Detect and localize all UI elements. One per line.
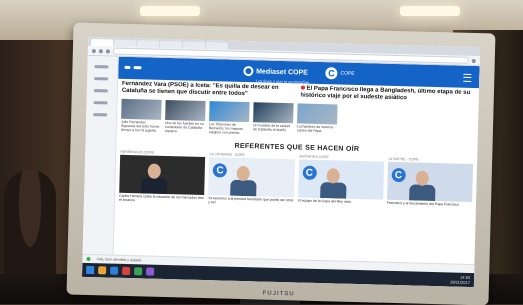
person-torso	[408, 184, 436, 202]
cope-badge-icon: C	[212, 163, 228, 178]
news-card[interactable]: Un hombre de la ciudad de Cataluña el du…	[253, 102, 294, 136]
rail-item[interactable]	[93, 89, 108, 93]
news-thumbnail	[253, 102, 294, 124]
news-card[interactable]: Luchadores de invierno contra del Papa	[297, 103, 338, 137]
person-head	[236, 165, 251, 182]
referente-caption: Ya tenemos a la primera bendición que po…	[208, 196, 294, 205]
referente-card[interactable]: LA LINTERNA · COPE C Ya tenemos a la prime…	[208, 152, 295, 210]
ceiling-light	[400, 6, 460, 16]
logo-name: Mediaset COPE	[256, 67, 308, 77]
news-thumbnail	[209, 101, 250, 123]
browser-tab[interactable]	[91, 38, 114, 47]
person-head	[415, 170, 429, 186]
referente-caption: El equipo de la Copa del Rey visto	[297, 198, 352, 204]
live-dot-icon	[300, 85, 305, 90]
app-icon[interactable]	[134, 267, 143, 276]
rail-item[interactable]	[93, 113, 108, 117]
news-caption: Una de las fuentes en su comentario de C…	[164, 120, 204, 134]
chrome-icon[interactable]	[122, 266, 131, 276]
person-torso	[319, 182, 347, 199]
windows-start-icon[interactable]	[86, 265, 95, 275]
person-head	[147, 163, 161, 179]
cope-letter: C	[325, 67, 338, 80]
monitor-screen: Mediaset COPE Los fines y que te acompañ…	[81, 36, 481, 288]
referente-card[interactable]: HERRERA EN COPE Carlos Herrera sobre la s…	[119, 150, 206, 208]
referente-caption: Francisco y el lanzamiento del Papa Fran…	[386, 200, 460, 207]
monitor: Mediaset COPE Los fines y que te acompañ…	[66, 22, 496, 305]
news-caption: Un hombre de la ciudad de Cataluña el du…	[252, 123, 291, 133]
reload-icon[interactable]	[105, 48, 110, 53]
browser-tab[interactable]	[182, 41, 206, 49]
app-icon[interactable]	[146, 267, 155, 276]
clock[interactable]: 14:53 29/11/2017	[450, 274, 470, 285]
rail-item[interactable]	[94, 65, 109, 69]
toggle-icon[interactable]	[124, 65, 131, 70]
referente-image	[119, 154, 206, 196]
news-caption: Luchadores de invierno contra del Papa	[296, 124, 334, 134]
cope-badge-icon: C	[302, 165, 317, 180]
news-card[interactable]: Los Tiburones de Bernardo, los mejores e…	[209, 101, 250, 135]
web-page: Mediaset COPE Los fines y que te acompañ…	[82, 55, 480, 273]
browser-tab[interactable]	[160, 40, 183, 49]
browser-tab[interactable]	[114, 39, 137, 48]
news-caption: Los Tiburones de Bernardo, los mejores e…	[208, 122, 244, 135]
toggle-icon[interactable]	[133, 66, 142, 70]
referente-caption: Carlos Herrera sobre la situación de los…	[118, 193, 204, 203]
hamburger-menu-icon[interactable]	[463, 73, 472, 82]
news-thumbnail	[165, 99, 206, 121]
rail-item[interactable]	[93, 101, 108, 105]
status-text: Vida, bien atendida y alojada	[96, 257, 142, 263]
news-card[interactable]: Julio Fernández Alguacas del todo Torres…	[120, 98, 162, 133]
news-thumbnail	[297, 103, 338, 125]
browser-tab[interactable]	[205, 41, 229, 50]
forward-icon[interactable]	[98, 48, 103, 53]
person-head	[326, 168, 340, 184]
rail-item[interactable]	[94, 77, 109, 81]
menu-dots-icon[interactable]	[471, 58, 476, 63]
news-card[interactable]: Una de las fuentes en su comentario de C…	[164, 99, 206, 134]
mediaset-logo[interactable]: Mediaset COPE Los fines y que te acompañ…	[243, 59, 310, 84]
cope-logo[interactable]: C COPE	[325, 67, 355, 80]
browser-tab[interactable]	[137, 40, 160, 48]
person-torso	[230, 179, 257, 197]
referente-image: C	[208, 157, 295, 198]
news-caption: Julio Fernández Alguacas del todo Torres…	[120, 119, 160, 133]
referente-image: C	[386, 161, 474, 203]
main-content: Mediaset COPE Los fines y que te acompañ…	[113, 56, 480, 273]
cope-badge-icon: C	[391, 167, 406, 183]
cope-word: COPE	[340, 70, 355, 77]
edge-icon[interactable]	[110, 266, 119, 275]
person-torso	[141, 177, 168, 195]
logo-circle-icon	[243, 65, 254, 77]
referente-card[interactable]: LA NOCHE · COPE C Francisco y el lanzamien…	[387, 157, 474, 215]
status-dot-icon	[86, 256, 91, 262]
folder-icon[interactable]	[98, 266, 107, 275]
ceiling-light	[140, 6, 200, 16]
monitor-brand: FUJITSU	[262, 290, 295, 298]
news-thumbnail	[121, 98, 162, 120]
referente-card[interactable]: DEPORTES COPE C El equipo de la Copa del R…	[297, 154, 384, 212]
back-icon[interactable]	[91, 48, 96, 53]
referentes-row: HERRERA EN COPE Carlos Herrera sobre la s…	[115, 150, 477, 215]
referente-image: C	[297, 159, 384, 200]
